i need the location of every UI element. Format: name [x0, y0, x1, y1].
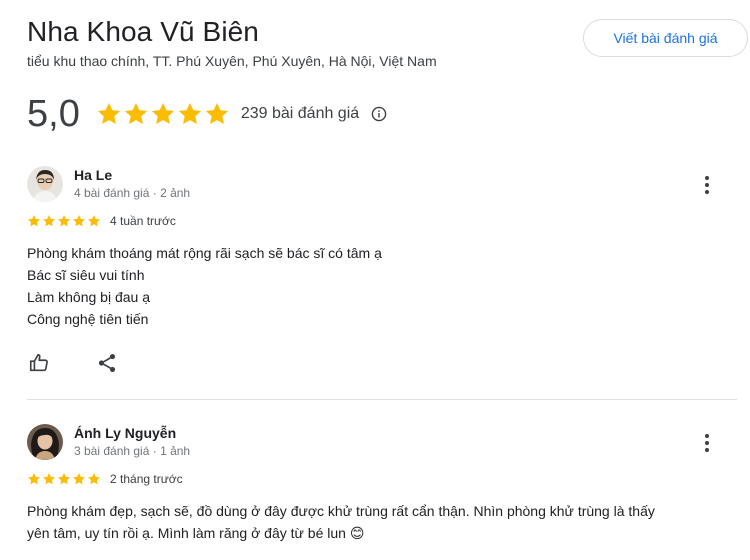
- more-options-button[interactable]: [697, 431, 717, 455]
- average-rating: 5,0: [27, 92, 80, 135]
- avatar[interactable]: [27, 166, 63, 202]
- star-icon: [57, 214, 71, 228]
- rating-summary: 5,0 239 bài đánh giá: [27, 92, 387, 136]
- review-text: Phòng khám thoáng mát rộng rãi sạch sẽ b…: [27, 242, 717, 330]
- review-time: 2 tháng trước: [110, 472, 183, 486]
- star-icon: [204, 101, 230, 127]
- author-meta: 3 bài đánh giá · 1 ảnh: [74, 444, 191, 458]
- review-item: Ánh Ly Nguyễn 3 bài đánh giá · 1 ảnh 2 t…: [27, 424, 739, 560]
- review-text-line: Bác sĩ siêu vui tính: [27, 267, 145, 283]
- review-rating: 2 tháng trước: [27, 472, 183, 486]
- star-icon: [96, 101, 122, 127]
- review-rating: 4 tuần trước: [27, 214, 176, 228]
- star-icon: [72, 472, 86, 486]
- like-icon[interactable]: [28, 352, 50, 374]
- star-icon: [150, 101, 176, 127]
- star-icon: [27, 214, 41, 228]
- review-text: Phòng khám đẹp, sạch sẽ, đồ dùng ở đây đ…: [27, 500, 717, 544]
- place-title: Nha Khoa Vũ Biên: [27, 16, 259, 47]
- star-icon: [87, 472, 101, 486]
- star-icon: [177, 101, 203, 127]
- share-icon[interactable]: [96, 352, 118, 374]
- star-icon: [42, 472, 56, 486]
- write-review-button[interactable]: Viết bài đánh giá: [583, 19, 748, 57]
- star-icon: [87, 214, 101, 228]
- review-text-line: Làm không bị đau ạ: [27, 289, 150, 305]
- author-meta: 4 bài đánh giá · 2 ảnh: [74, 186, 191, 200]
- star-icon: [42, 214, 56, 228]
- review-divider: [27, 399, 737, 400]
- review-item: Ha Le 4 bài đánh giá · 2 ảnh 4 tuần trướ…: [27, 166, 739, 386]
- rating-stars: [96, 101, 231, 127]
- review-time: 4 tuần trước: [110, 214, 176, 228]
- author-name[interactable]: Ha Le: [74, 167, 112, 183]
- place-address: tiểu khu thao chính, TT. Phú Xuyên, Phú …: [27, 53, 437, 69]
- review-text-line: Công nghệ tiên tiến: [27, 311, 149, 327]
- star-icon: [57, 472, 71, 486]
- info-icon[interactable]: [371, 106, 387, 122]
- author-name[interactable]: Ánh Ly Nguyễn: [74, 425, 176, 441]
- review-text-line: Phòng khám đẹp, sạch sẽ, đồ dùng ở đây đ…: [27, 503, 655, 519]
- review-text-line: yên tâm, uy tín rồi ạ. Mình làm răng ở đ…: [27, 525, 365, 541]
- avatar[interactable]: [27, 424, 63, 460]
- review-count: 239 bài đánh giá: [240, 105, 360, 122]
- more-options-button[interactable]: [697, 173, 717, 197]
- star-icon: [27, 472, 41, 486]
- star-icon: [123, 101, 149, 127]
- star-icon: [72, 214, 86, 228]
- review-text-line: Phòng khám thoáng mát rộng rãi sạch sẽ b…: [27, 245, 382, 261]
